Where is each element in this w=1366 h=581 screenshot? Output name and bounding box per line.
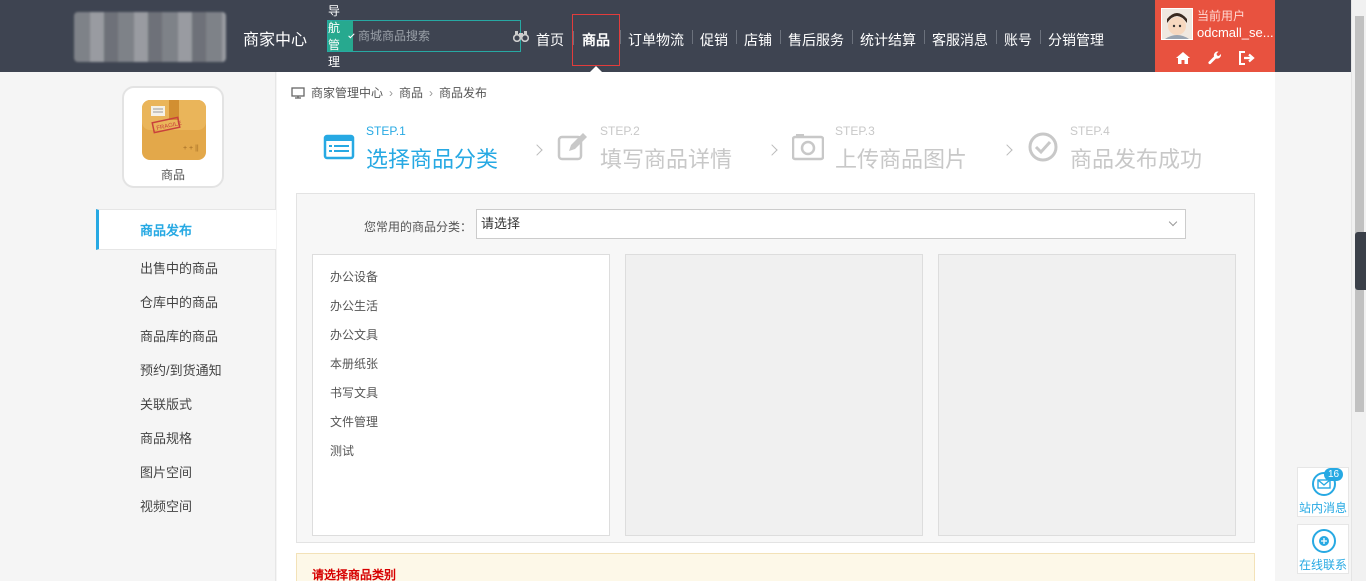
store-logo[interactable] bbox=[74, 12, 226, 62]
breadcrumb-item-goods[interactable]: 商品 bbox=[399, 84, 423, 101]
category-level3-list bbox=[938, 254, 1236, 536]
step-3-number: STEP.3 bbox=[835, 124, 875, 138]
step-arrow-icon bbox=[766, 144, 778, 156]
page-scrollbar[interactable] bbox=[1351, 0, 1366, 581]
category-item[interactable]: 书写文具 bbox=[313, 379, 609, 408]
menu-item-statistics[interactable]: 统计结算 bbox=[852, 14, 924, 66]
sidebar-item-warehouse[interactable]: 仓库中的商品 bbox=[96, 286, 276, 320]
site-message-label: 站内消息 bbox=[1298, 501, 1347, 515]
nav-dropdown-button[interactable]: 导航管理 bbox=[328, 4, 355, 69]
sidebar-item-reservations[interactable]: 预约/到货通知 bbox=[96, 354, 276, 388]
brand-title: 商家中心 bbox=[243, 32, 308, 49]
menu-item-customer-service[interactable]: 客服消息 bbox=[924, 14, 996, 66]
menu-item-promotion[interactable]: 促销 bbox=[692, 14, 736, 66]
goods-module-label: 商品 bbox=[160, 168, 185, 182]
menu-item-after-sales[interactable]: 售后服务 bbox=[780, 14, 852, 66]
category-item[interactable]: 测试 bbox=[313, 437, 609, 466]
category-level2-list bbox=[625, 254, 923, 536]
chat-icon bbox=[1312, 529, 1336, 553]
wrench-icon[interactable] bbox=[1206, 50, 1224, 66]
category-item[interactable]: 办公文具 bbox=[313, 321, 609, 350]
category-item[interactable]: 本册纸张 bbox=[313, 350, 609, 379]
menu-item-account[interactable]: 账号 bbox=[996, 14, 1040, 66]
menu-item-distribution[interactable]: 分销管理 bbox=[1040, 14, 1112, 66]
binoculars-icon[interactable] bbox=[513, 21, 530, 51]
sidebar-item-on-sale[interactable]: 出售中的商品 bbox=[96, 252, 276, 286]
breadcrumb: 商家管理中心 › 商品 › 商品发布 bbox=[291, 84, 487, 101]
svg-text:+ + ||: + + || bbox=[183, 145, 199, 152]
step-4-number: STEP.4 bbox=[1070, 124, 1110, 138]
step-1-number: STEP.1 bbox=[366, 124, 406, 138]
breadcrumb-separator: › bbox=[429, 85, 434, 100]
menu-item-goods[interactable]: 商品 bbox=[572, 14, 620, 72]
user-name[interactable]: odcmall_se... bbox=[1197, 25, 1273, 40]
category-item[interactable]: 办公设备 bbox=[313, 263, 609, 292]
main-menu: 首页 商品 订单物流 促销 店铺 售后服务 统计结算 客服消息 账号 分销管理 bbox=[528, 14, 1112, 72]
notice-text: 请选择商品类别 bbox=[312, 568, 397, 581]
online-contact-button[interactable]: 在线联系 bbox=[1297, 524, 1349, 574]
category-panel: 您常用的商品分类： 请选择 办公设备 办公生活 办公文具 本册纸张 书写文具 文… bbox=[296, 193, 1255, 543]
sidebar-item-specs[interactable]: 商品规格 bbox=[96, 422, 276, 456]
message-count-badge: 16 bbox=[1324, 468, 1344, 481]
list-icon bbox=[323, 134, 355, 160]
menu-item-store[interactable]: 店铺 bbox=[736, 14, 780, 66]
category-item[interactable]: 办公生活 bbox=[313, 292, 609, 321]
common-category-value: 请选择 bbox=[481, 216, 521, 231]
sidebar-item-related-layout[interactable]: 关联版式 bbox=[96, 388, 276, 422]
user-panel: 当前用户 odcmall_se... bbox=[1155, 0, 1275, 72]
user-actions bbox=[1155, 50, 1275, 66]
step-4-title: 商品发布成功 bbox=[1070, 147, 1203, 172]
menu-item-orders[interactable]: 订单物流 bbox=[620, 14, 692, 66]
selection-notice: 请选择商品类别 bbox=[296, 553, 1255, 581]
sidebar-item-publish[interactable]: 商品发布 bbox=[96, 209, 276, 250]
step-arrow-icon bbox=[531, 144, 543, 156]
category-level1-list: 办公设备 办公生活 办公文具 本册纸张 书写文具 文件管理 测试 bbox=[312, 254, 610, 536]
nav-dropdown-label: 导航管理 bbox=[328, 4, 341, 69]
common-category-select[interactable]: 请选择 bbox=[476, 209, 1186, 239]
top-navbar: 商家中心 导航管理 首页 商品 订单物流 促销 店铺 售后服务 统计结算 客服消… bbox=[0, 0, 1351, 72]
home-icon[interactable] bbox=[1174, 50, 1192, 66]
sidebar: FRAGILE + + || 商品 商品发布 出售中的商品 仓库中的商品 商品库… bbox=[0, 72, 276, 581]
common-category-label: 您常用的商品分类： bbox=[364, 220, 473, 234]
sidebar-item-library[interactable]: 商品库的商品 bbox=[96, 320, 276, 354]
camera-icon bbox=[792, 134, 824, 161]
edit-icon bbox=[557, 133, 587, 161]
nav-search-bar: 导航管理 bbox=[327, 4, 530, 69]
publish-steps: STEP.1 选择商品分类 STEP.2 填写商品详情 STEP.3 上传商品图… bbox=[323, 122, 1223, 172]
breadcrumb-separator: › bbox=[389, 85, 394, 100]
goods-module-icon: FRAGILE + + || 商品 bbox=[122, 86, 224, 188]
step-1-title: 选择商品分类 bbox=[366, 147, 499, 172]
search-input[interactable] bbox=[353, 21, 514, 51]
step-2-number: STEP.2 bbox=[600, 124, 640, 138]
sidebar-item-images[interactable]: 图片空间 bbox=[96, 456, 276, 490]
online-contact-label: 在线联系 bbox=[1298, 558, 1347, 572]
sidebar-menu: 商品发布 出售中的商品 仓库中的商品 商品库的商品 预约/到货通知 关联版式 商… bbox=[96, 209, 276, 524]
step-2-title: 填写商品详情 bbox=[600, 147, 733, 172]
package-icon: FRAGILE + + || bbox=[142, 100, 206, 160]
chevron-down-icon bbox=[1168, 217, 1178, 227]
main-content: 商家管理中心 › 商品 › 商品发布 STEP.1 选择商品分类 STEP.2 … bbox=[277, 72, 1275, 581]
step-arrow-icon bbox=[1001, 144, 1013, 156]
sidebar-item-videos[interactable]: 视频空间 bbox=[96, 490, 276, 524]
scrollbar-thumb[interactable] bbox=[1355, 16, 1364, 412]
side-widget-handle[interactable] bbox=[1355, 232, 1366, 290]
menu-item-home[interactable]: 首页 bbox=[528, 14, 572, 66]
monitor-icon bbox=[291, 86, 305, 99]
step-3-title: 上传商品图片 bbox=[835, 147, 968, 172]
avatar[interactable] bbox=[1161, 8, 1193, 40]
category-item[interactable]: 文件管理 bbox=[313, 408, 609, 437]
logout-icon[interactable] bbox=[1238, 50, 1256, 66]
breadcrumb-item-center[interactable]: 商家管理中心 bbox=[311, 84, 383, 101]
check-circle-icon bbox=[1028, 132, 1058, 162]
current-user-label: 当前用户 bbox=[1197, 9, 1246, 23]
breadcrumb-item-current: 商品发布 bbox=[439, 86, 488, 100]
site-message-button[interactable]: 16 站内消息 bbox=[1297, 467, 1349, 517]
